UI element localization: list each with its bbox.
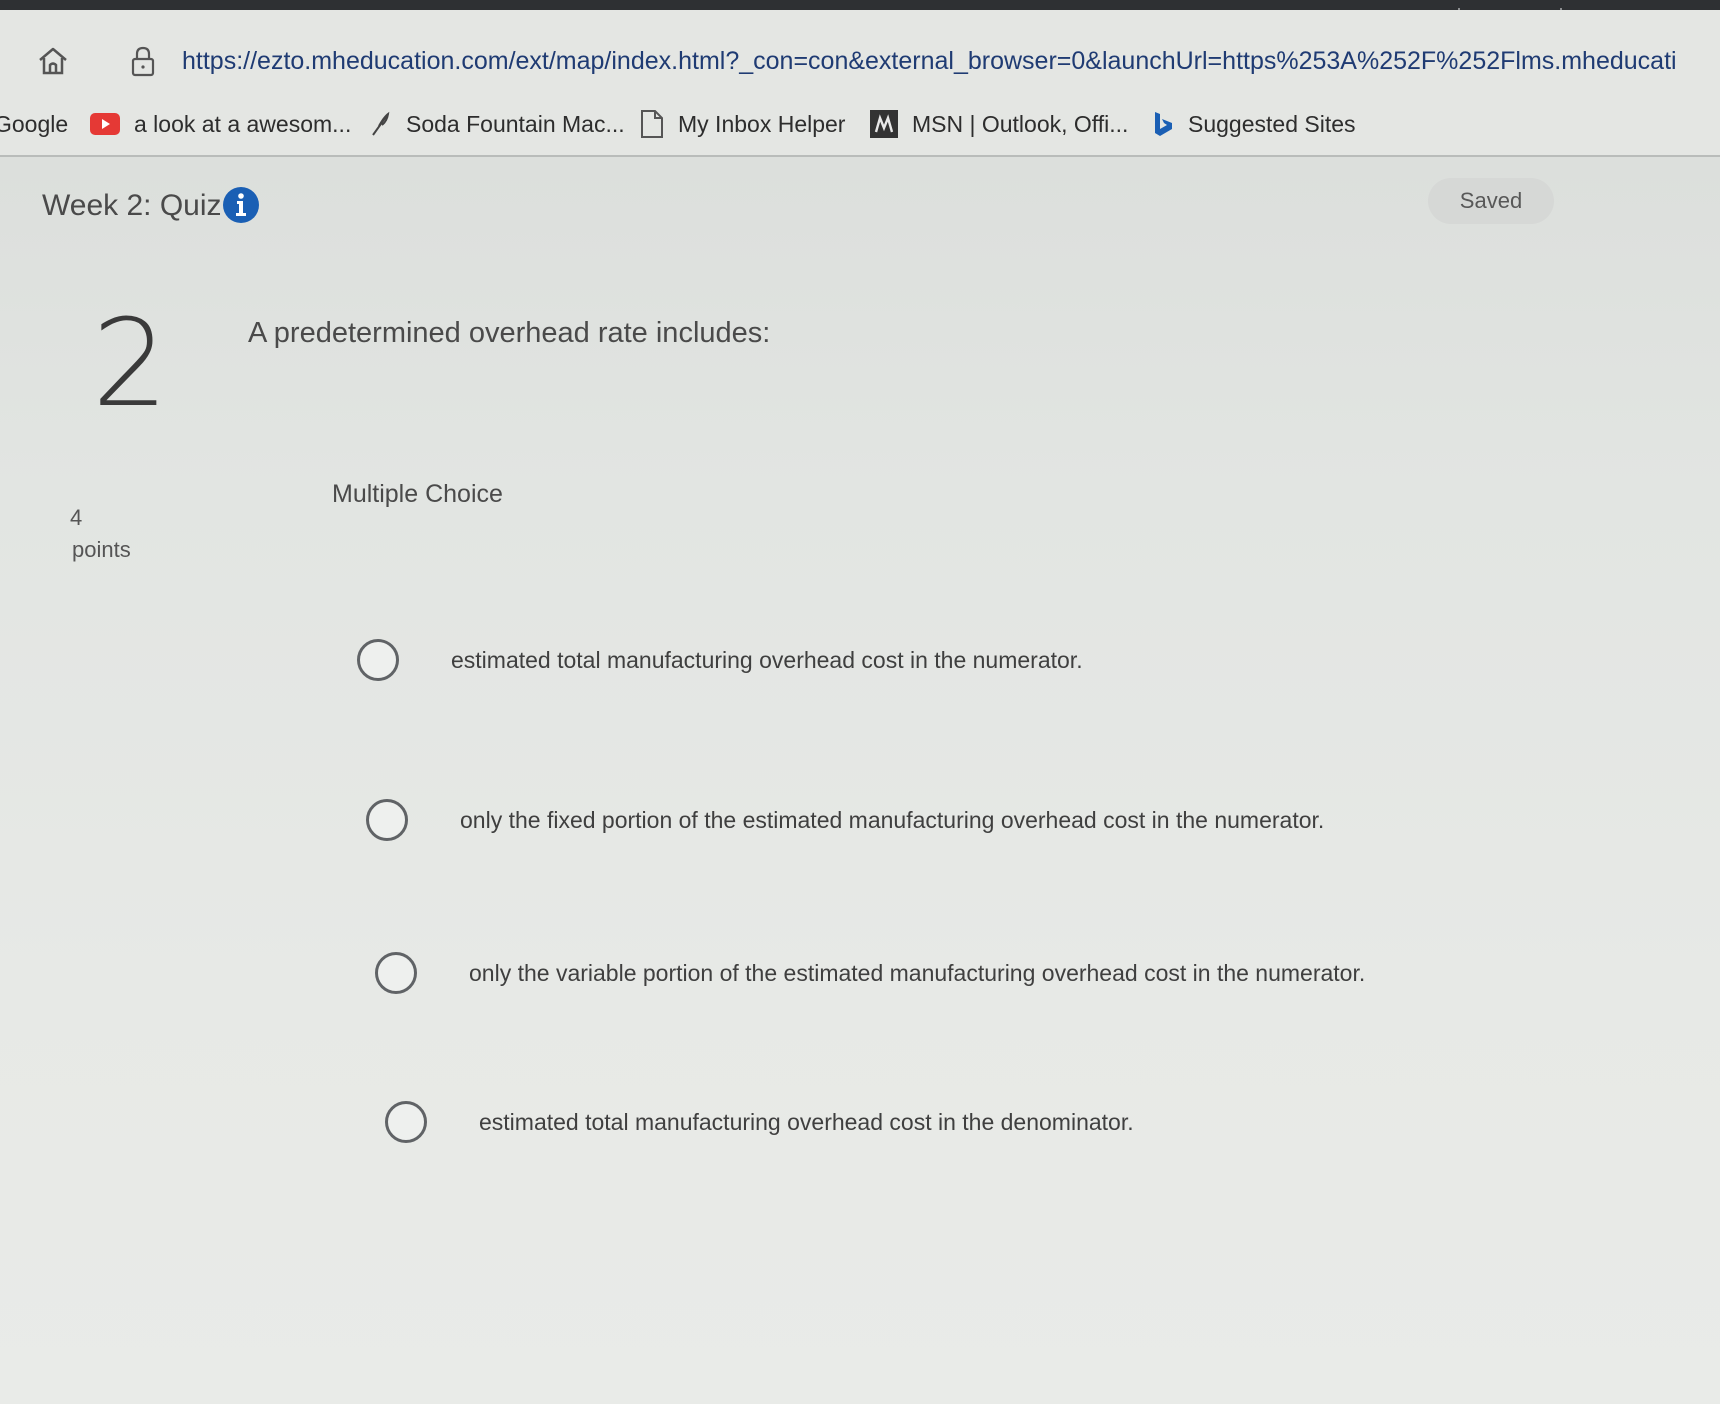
bing-icon xyxy=(1155,112,1172,136)
choice-option-4[interactable]: estimated total manufacturing overhead c… xyxy=(385,1101,1134,1143)
radio-button[interactable] xyxy=(366,799,408,841)
info-icon[interactable] xyxy=(222,186,260,224)
bookmark-google[interactable]: Google xyxy=(0,106,68,142)
question-text: A predetermined overhead rate includes: xyxy=(248,317,771,349)
bookmark-label: Google xyxy=(0,110,69,137)
choice-option-3[interactable]: only the variable portion of the estimat… xyxy=(375,952,1365,994)
msn-icon xyxy=(870,110,898,138)
document-icon xyxy=(641,110,663,138)
quiz-title: Week 2: Quiz xyxy=(42,189,222,222)
radio-button[interactable] xyxy=(375,952,417,994)
choice-option-2[interactable]: only the fixed portion of the estimated … xyxy=(366,799,1324,841)
choice-label[interactable]: estimated total manufacturing overhead c… xyxy=(479,1109,1134,1136)
bookmark-youtube[interactable]: a look at a awesom... xyxy=(90,106,351,142)
bookmark-label: Suggested Sites xyxy=(1188,110,1356,137)
choice-option-1[interactable]: estimated total manufacturing overhead c… xyxy=(357,639,1083,681)
bookmarks-bar: Google a look at a awesom... Soda Founta… xyxy=(0,98,1720,148)
bookmark-suggested-sites[interactable]: Suggested Sites xyxy=(1152,106,1356,142)
feather-icon xyxy=(372,111,390,136)
bookmark-msn[interactable]: MSN | Outlook, Offi... xyxy=(870,106,1128,142)
url-text[interactable]: https://ezto.mheducation.com/ext/map/ind… xyxy=(182,44,1720,78)
youtube-icon xyxy=(90,113,120,135)
choice-label[interactable]: estimated total manufacturing overhead c… xyxy=(451,647,1083,674)
radio-button[interactable] xyxy=(385,1101,427,1143)
question-number: 2 xyxy=(92,295,169,434)
address-bar[interactable]: https://ezto.mheducation.com/ext/map/ind… xyxy=(0,30,1720,90)
quiz-header: Week 2: Quiz Saved xyxy=(0,170,1720,240)
bookmark-label: Soda Fountain Mac... xyxy=(406,110,625,137)
bookmark-soda-fountain[interactable]: Soda Fountain Mac... xyxy=(370,106,625,142)
browser-chrome: https://ezto.mheducation.com/ext/map/ind… xyxy=(0,10,1720,157)
points-value: 4 xyxy=(70,505,83,530)
choice-label[interactable]: only the variable portion of the estimat… xyxy=(469,960,1365,987)
choice-label[interactable]: only the fixed portion of the estimated … xyxy=(460,807,1324,834)
radio-button[interactable] xyxy=(357,639,399,681)
home-icon[interactable] xyxy=(36,44,70,78)
points-label: points xyxy=(72,537,131,562)
question-type: Multiple Choice xyxy=(332,480,503,508)
saved-status-badge: Saved xyxy=(1428,178,1554,224)
bookmark-my-inbox-helper[interactable]: My Inbox Helper xyxy=(640,106,845,142)
bookmark-label: a look at a awesom... xyxy=(134,110,352,137)
lock-icon[interactable] xyxy=(128,44,158,78)
bookmark-label: My Inbox Helper xyxy=(678,110,846,137)
bookmark-label: MSN | Outlook, Offi... xyxy=(912,110,1129,137)
